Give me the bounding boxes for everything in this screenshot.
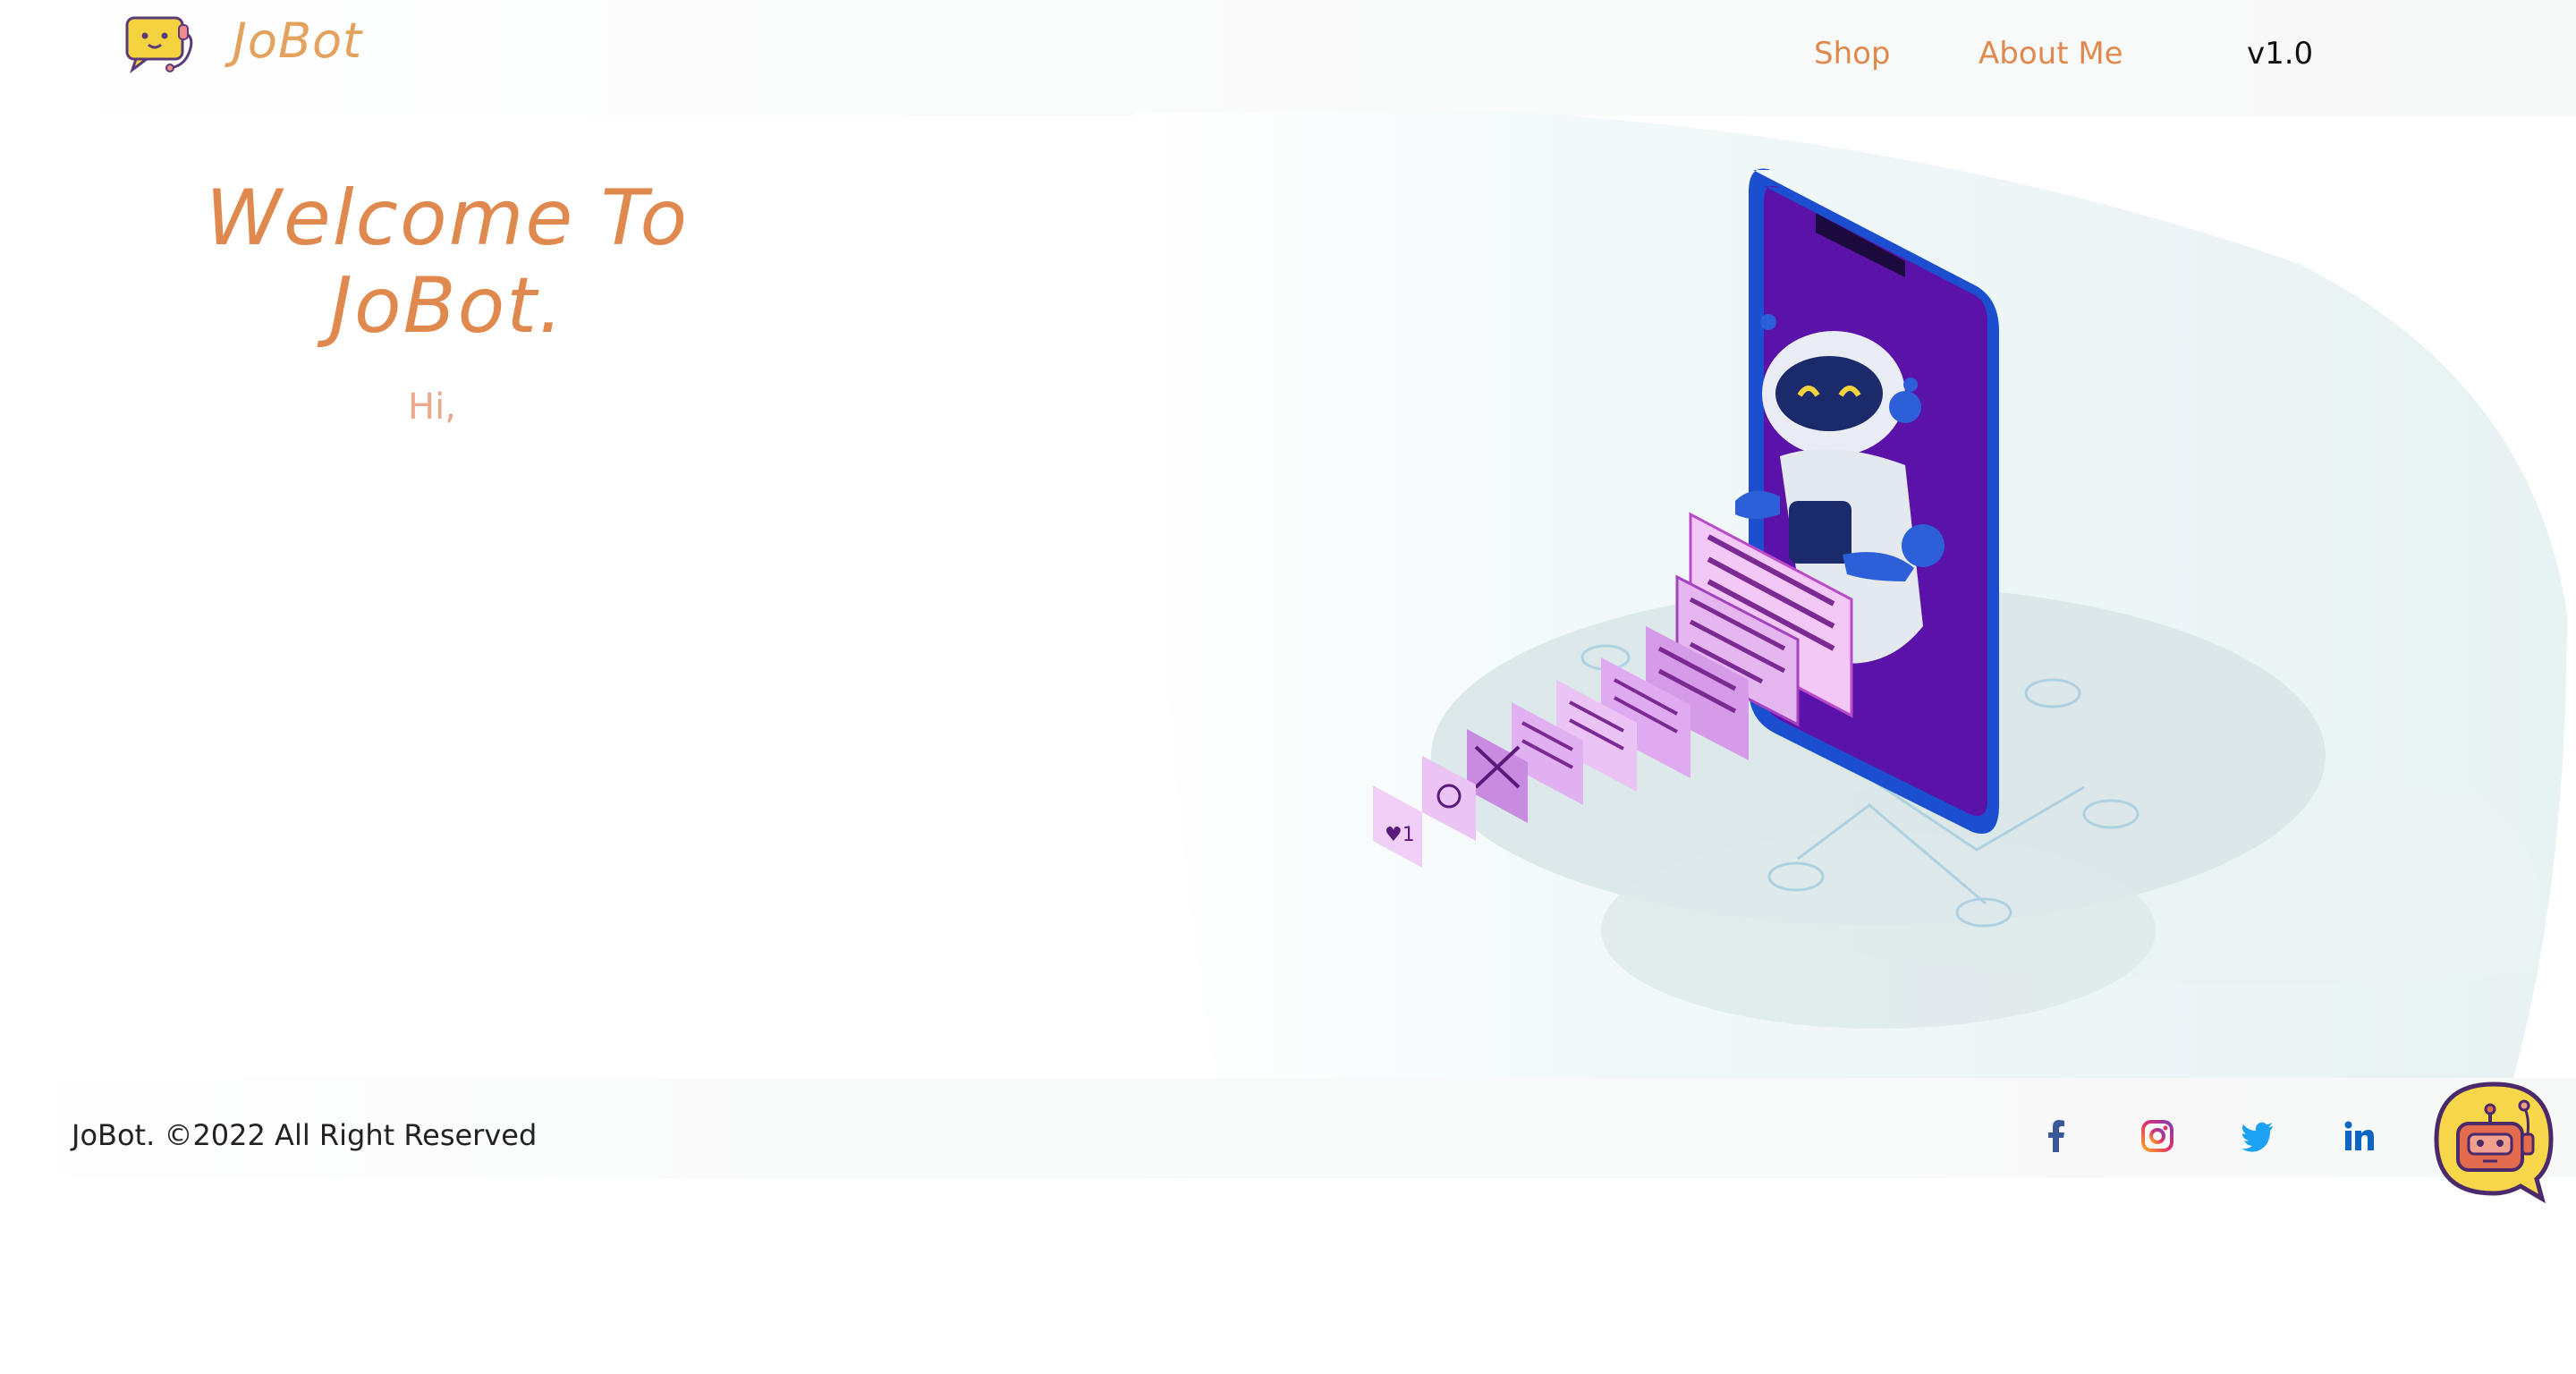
- svg-text:♥1: ♥1: [1385, 824, 1415, 846]
- chat-logo-icon[interactable]: [123, 13, 200, 75]
- chat-launcher-button[interactable]: [2431, 1081, 2556, 1204]
- twitter-icon[interactable]: [2240, 1118, 2275, 1154]
- top-header: [0, 0, 2576, 116]
- brand-name[interactable]: JoBot: [233, 13, 362, 69]
- robot-phone-chat-illustration: ♥1: [1373, 168, 2326, 1029]
- facebook-icon[interactable]: [2039, 1118, 2075, 1154]
- linkedin-icon[interactable]: [2342, 1118, 2377, 1154]
- version-label: v1.0: [2247, 36, 2314, 72]
- hero-greeting: Hi,: [408, 386, 456, 428]
- instagram-icon[interactable]: [2140, 1118, 2175, 1154]
- hero-title-line1: Welcome To: [205, 174, 690, 263]
- hero-title: Welcome To JoBot.: [161, 174, 733, 350]
- nav-about-link[interactable]: About Me: [1979, 36, 2123, 72]
- hero-title-line2: JoBot.: [329, 261, 565, 351]
- copyright-text: JoBot. ©2022 All Right Reserved: [72, 1118, 538, 1152]
- nav-shop-link[interactable]: Shop: [1814, 36, 1891, 72]
